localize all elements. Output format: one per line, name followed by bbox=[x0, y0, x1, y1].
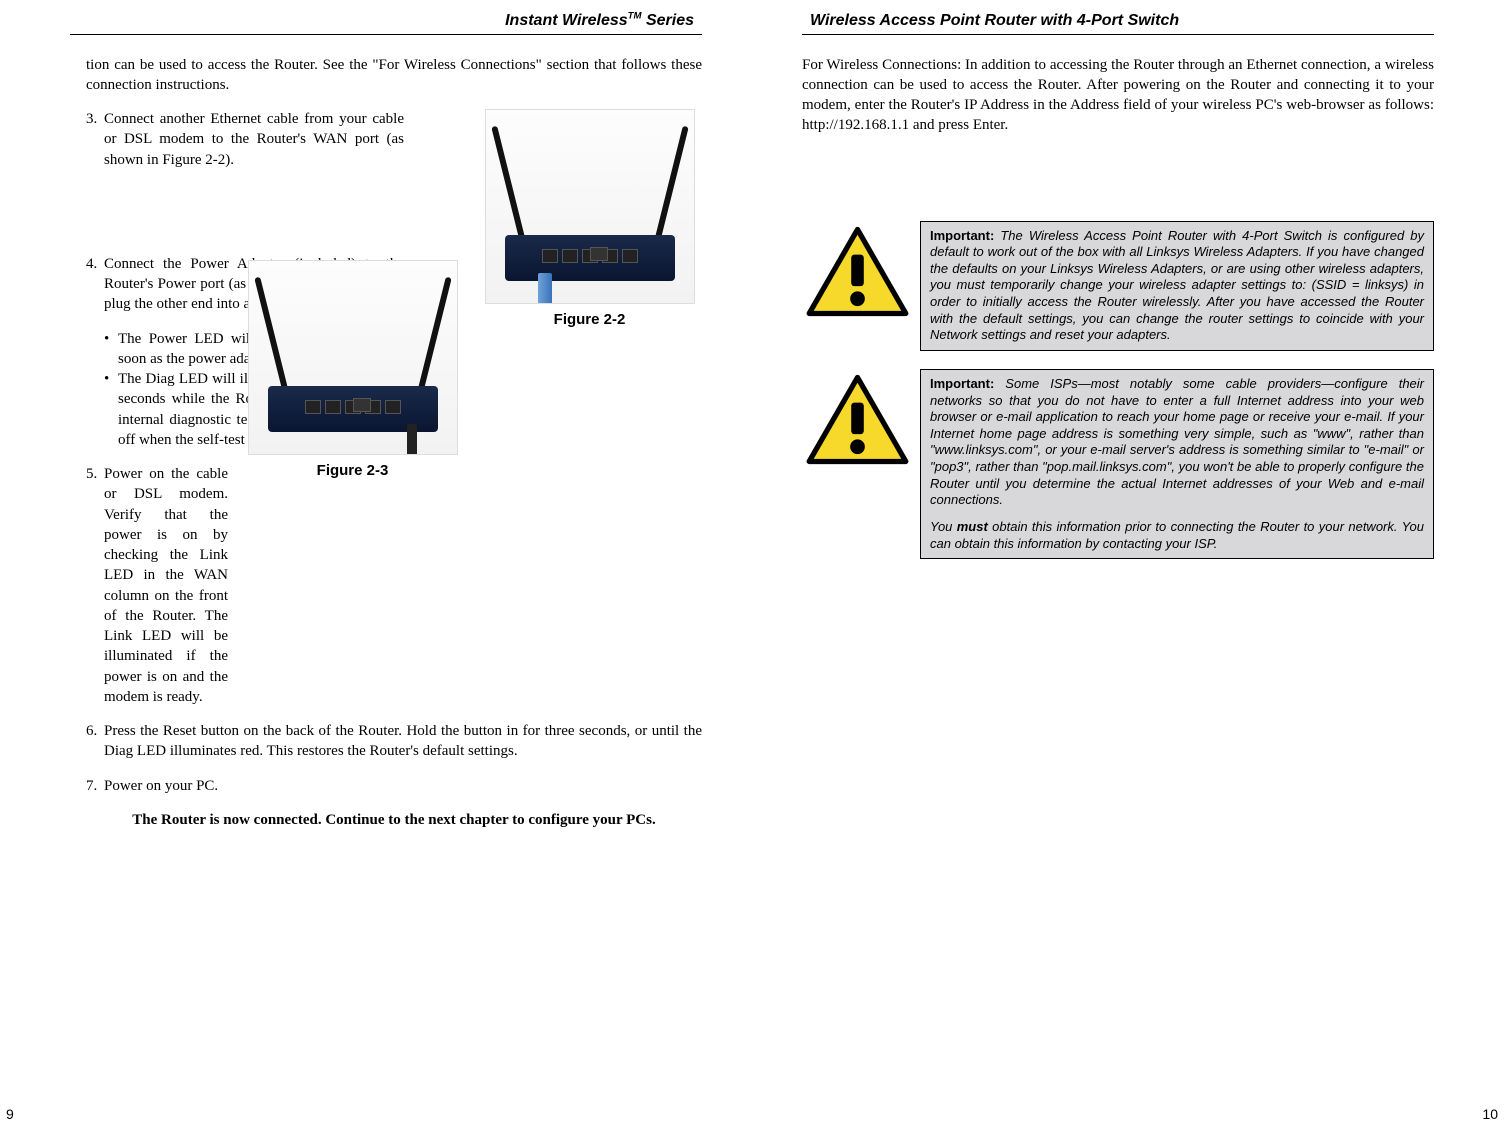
important-callout-1: Important: The Wireless Access Point Rou… bbox=[802, 221, 1434, 351]
important-callout-2: Important: Some ISPs—most notably some c… bbox=[802, 369, 1434, 559]
step-6: 6. Press the Reset button on the back of… bbox=[86, 721, 702, 762]
step-4: 4. Connect the Power Adapter (included) … bbox=[86, 254, 228, 315]
page-number-left: 9 bbox=[6, 1105, 14, 1124]
step-3-text: Connect another Ethernet cable from your… bbox=[104, 109, 404, 170]
page-right: Wireless Access Point Router with 4-Port… bbox=[752, 0, 1504, 1134]
important-2b-must: must bbox=[957, 519, 988, 534]
step-6-number: 6. bbox=[86, 721, 104, 762]
figure-2-2-image bbox=[485, 109, 695, 304]
figure-2-3-wrap: Figure 2-3 bbox=[240, 260, 465, 481]
figure-2-3-caption: Figure 2-3 bbox=[240, 461, 465, 481]
step-4-number: 4. bbox=[86, 254, 104, 315]
figure-2-2-wrap: Figure 2-2 bbox=[477, 109, 702, 330]
important-box-2: Important: Some ISPs—most notably some c… bbox=[920, 369, 1434, 559]
step-5: 5. Power on the cable or DSL modem. Veri… bbox=[86, 464, 228, 707]
important-box-1: Important: The Wireless Access Point Rou… bbox=[920, 221, 1434, 351]
step-3: 3. Connect another Ethernet cable from y… bbox=[86, 109, 465, 170]
step-6-text: Press the Reset button on the back of th… bbox=[104, 721, 702, 762]
important-2b-pre: You bbox=[930, 519, 957, 534]
warning-icon bbox=[802, 221, 912, 326]
bullet-2: • The Diag LED will illuminate red for a… bbox=[104, 369, 228, 450]
bullet-dot: • bbox=[104, 329, 118, 370]
warning-icon bbox=[802, 369, 912, 474]
important-2b-post: obtain this information prior to connect… bbox=[930, 519, 1424, 551]
figure-2-3-image bbox=[248, 260, 458, 455]
step-7-number: 7. bbox=[86, 776, 104, 796]
final-note: The Router is now connected. Continue to… bbox=[86, 810, 702, 830]
step-5-text: Power on the cable or DSL modem. Verify … bbox=[104, 464, 228, 707]
left-body: tion can be used to access the Router. S… bbox=[70, 55, 702, 831]
important-2a-text: Some ISPs—most notably some cable provid… bbox=[930, 376, 1424, 507]
wireless-connections-paragraph: For Wireless Connections: In addition to… bbox=[802, 55, 1434, 136]
continuation-paragraph: tion can be used to access the Router. S… bbox=[86, 55, 702, 96]
step-5-number: 5. bbox=[86, 464, 104, 707]
bullet-dot: • bbox=[104, 369, 118, 450]
figure-2-2-caption: Figure 2-2 bbox=[477, 310, 702, 330]
header-left: Instant WirelessTM Series bbox=[70, 10, 702, 35]
header-left-post: Series bbox=[642, 12, 694, 29]
important-label: Important: bbox=[930, 228, 994, 243]
header-left-pre: Instant Wireless bbox=[505, 12, 628, 29]
important-label: Important: bbox=[930, 376, 994, 391]
important-1-text: The Wireless Access Point Router with 4-… bbox=[930, 228, 1424, 343]
page-left: Instant WirelessTM Series tion can be us… bbox=[0, 0, 752, 1134]
header-right: Wireless Access Point Router with 4-Port… bbox=[802, 10, 1434, 35]
step-7: 7. Power on your PC. bbox=[86, 776, 702, 796]
step-7-text: Power on your PC. bbox=[104, 776, 702, 796]
page-number-right: 10 bbox=[1482, 1105, 1498, 1124]
header-left-tm: TM bbox=[628, 11, 642, 22]
bullet-1: • The Power LED will illuminate green as… bbox=[104, 329, 228, 370]
step-3-number: 3. bbox=[86, 109, 104, 170]
